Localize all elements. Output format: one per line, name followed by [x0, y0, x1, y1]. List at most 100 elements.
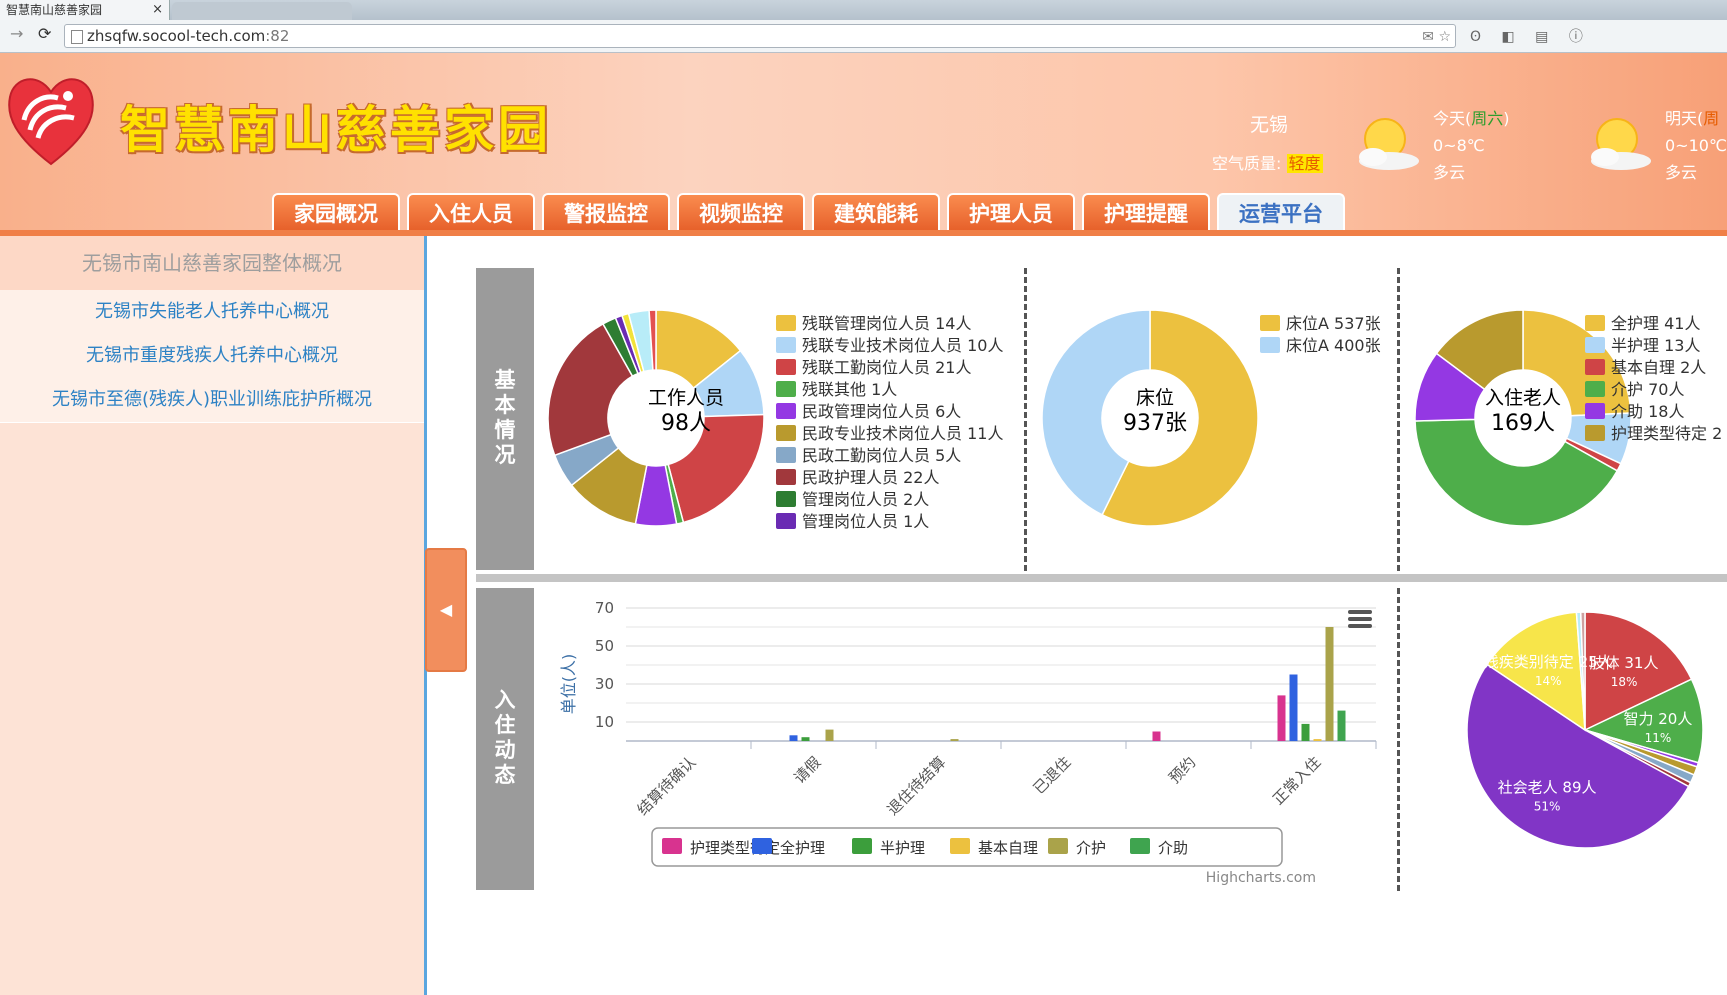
bar[interactable]	[1313, 739, 1322, 741]
bar[interactable]	[1277, 695, 1286, 741]
browser-tab-inactive[interactable]	[172, 2, 352, 20]
tab-nursing-reminder[interactable]: 护理提醒	[1082, 193, 1210, 231]
x-tick-label: 已退住	[1030, 753, 1075, 798]
sidebar-item-severe-disability-center[interactable]: 无锡市重度残疾人托养中心概况	[0, 334, 424, 379]
bar[interactable]	[789, 735, 798, 741]
disability-pie-chart: 肢体 31人18%智力 20人11%社会老人 89人51%残疾类别待定 25人1…	[1466, 611, 1704, 849]
elderly-center-value: 169人	[1491, 411, 1555, 436]
tomorrow-weekday: 周	[1703, 109, 1720, 128]
legend-item[interactable]: 民政管理岗位人员 6人	[776, 398, 961, 422]
bar[interactable]	[1289, 674, 1298, 742]
legend-swatch	[852, 838, 872, 854]
legend-item[interactable]: 床位A 537张	[1260, 310, 1381, 334]
legend-label: 管理岗位人员 2人	[802, 490, 930, 509]
legend-label: 残联其他 1人	[802, 380, 898, 399]
staff-center-value: 98人	[661, 411, 711, 436]
highcharts-credit[interactable]: Highcharts.com	[1206, 870, 1316, 886]
bar[interactable]	[1325, 627, 1334, 741]
tab-operations-platform[interactable]: 运营平台	[1217, 193, 1345, 231]
legend-item[interactable]: 半护理 13人	[1585, 332, 1700, 356]
admission-bar-chart: 10305070 单位(人) 结算待确认 请假 退住待结算 已退住 预约 正常入住 护理类…	[559, 599, 1377, 886]
legend-label: 全护理 41人	[1611, 314, 1701, 333]
tab-video-monitor[interactable]: 视频监控	[677, 193, 805, 231]
staff-legend: 残联管理岗位人员 14人 残联专业技术岗位人员 10人 残联工勤岗位人员 21人残联…	[776, 310, 1021, 538]
row-divider	[476, 574, 1727, 582]
bar[interactable]	[801, 737, 810, 741]
browser-tab[interactable]: 智慧南山慈善家园 ×	[0, 0, 170, 20]
legend-item[interactable]: 民政工勤岗位人员 5人	[776, 442, 961, 466]
legend-item[interactable]: 民政护理人员 22人	[776, 464, 939, 488]
heart-logo-icon	[8, 78, 94, 166]
bar[interactable]	[1337, 710, 1346, 741]
collapse-sidebar-button[interactable]: ◀	[425, 548, 467, 672]
address-bar[interactable]: zhsqfw.socool-tech.com:82 ✉ ☆	[64, 24, 1456, 48]
legend-swatch	[776, 403, 796, 419]
tab-nursing-staff[interactable]: 护理人员	[947, 193, 1075, 231]
legend-item[interactable]: 残联管理岗位人员 14人	[776, 310, 971, 334]
legend-item[interactable]: 管理岗位人员 2人	[776, 486, 929, 510]
legend-item[interactable]: 基本自理 2人	[1585, 354, 1706, 378]
bar-y-ticks: 10 30 50 70	[595, 599, 614, 731]
x-tick-label: 结算待确认	[634, 753, 700, 819]
legend-item[interactable]: 残联工勤岗位人员 21人	[776, 354, 971, 378]
weather-today: 今天(周六) 0~8℃ 多云	[1433, 105, 1510, 186]
elderly-legend: 全护理 41人 半护理 13人 基本自理 2人 介护 70人介助 18人 护理类型待定 …	[1585, 310, 1727, 455]
panel-divider	[1397, 588, 1400, 891]
legend-item[interactable]: 管理岗位人员 1人	[776, 508, 929, 532]
extension-icons[interactable]: ʘ ◧ ▤ ⓘ	[1470, 26, 1591, 46]
partly-cloudy-icon	[1591, 118, 1651, 170]
x-tick-label: 请假	[790, 753, 824, 787]
y-tick-label: 10	[595, 713, 614, 731]
tab-alarm-monitor[interactable]: 警报监控	[542, 193, 670, 231]
bar[interactable]	[1301, 723, 1310, 741]
elderly-donut-center: 入住老人 169人	[1473, 385, 1573, 437]
tab-home-overview[interactable]: 家园概况	[272, 193, 400, 231]
bookmark-star-icon[interactable]: ✉ ☆	[1422, 26, 1451, 48]
sidebar-title[interactable]: 无锡市南山慈善家园整体概况	[0, 236, 424, 290]
tab-building-energy[interactable]: 建筑能耗	[812, 193, 940, 231]
bar[interactable]	[825, 729, 834, 741]
bar[interactable]	[1152, 731, 1161, 742]
bar-x-labels: 结算待确认 请假 退住待结算 已退住 预约 正常入住	[634, 753, 1325, 819]
legend-item[interactable]: 介护 70人	[1585, 376, 1684, 400]
legend-swatch	[776, 469, 796, 485]
legend-item[interactable]: 残联其他 1人	[776, 376, 897, 400]
sidebar-item-vocational-shelter[interactable]: 无锡市至德(残疾人)职业训练庇护所概况	[0, 378, 424, 423]
legend-label: 介护	[1076, 839, 1106, 857]
pie-percent-label: 11%	[1645, 731, 1672, 745]
legend-item[interactable]: 介助 18人	[1585, 398, 1684, 422]
url-host: zhsqfw.socool-tech.com	[87, 27, 266, 45]
legend-item[interactable]: 护理类型待定 2	[1585, 420, 1722, 444]
legend-swatch	[776, 447, 796, 463]
legend-item[interactable]: 残联专业技术岗位人员 10人	[776, 332, 1003, 356]
legend-item[interactable]: 床位A 400张	[1260, 332, 1381, 356]
legend-label: 民政工勤岗位人员 5人	[802, 446, 962, 465]
legend-label: 基本自理	[978, 839, 1038, 857]
reload-icon[interactable]: ⟳	[38, 24, 58, 46]
legend-label: 床位A 400张	[1286, 336, 1381, 355]
legend-item[interactable]: 全护理 41人	[1585, 310, 1700, 334]
close-icon[interactable]: ×	[152, 0, 163, 20]
bar[interactable]	[950, 739, 959, 741]
legend-swatch	[1585, 337, 1605, 353]
hamburger-icon[interactable]	[1348, 610, 1372, 628]
x-tick-label: 正常入住	[1269, 753, 1324, 808]
sidebar-item-disabled-elderly-center[interactable]: 无锡市失能老人托养中心概况	[0, 290, 424, 335]
legend-swatch	[1130, 838, 1150, 854]
disability-pie-slices	[1466, 611, 1704, 849]
pie-percent-label: 51%	[1534, 800, 1561, 814]
legend-label: 民政专业技术岗位人员 11人	[802, 424, 1004, 443]
tab-residents[interactable]: 入住人员	[407, 193, 535, 231]
legend-swatch	[950, 838, 970, 854]
section-char: 入	[494, 688, 516, 712]
pie-data-label: 残疾类别待定 25人	[1484, 653, 1613, 671]
y-tick-label: 70	[595, 599, 614, 617]
legend-item[interactable]: 民政专业技术岗位人员 11人	[776, 420, 1003, 444]
forward-arrow-icon[interactable]: →	[10, 24, 30, 46]
legend-swatch	[752, 838, 772, 854]
weather-city: 无锡	[1250, 114, 1289, 136]
today-temp: 0~8℃	[1433, 136, 1485, 155]
panel-divider	[1024, 268, 1027, 571]
legend-label: 介助 18人	[1611, 402, 1685, 421]
staff-donut-center: 工作人员 98人	[636, 385, 736, 437]
